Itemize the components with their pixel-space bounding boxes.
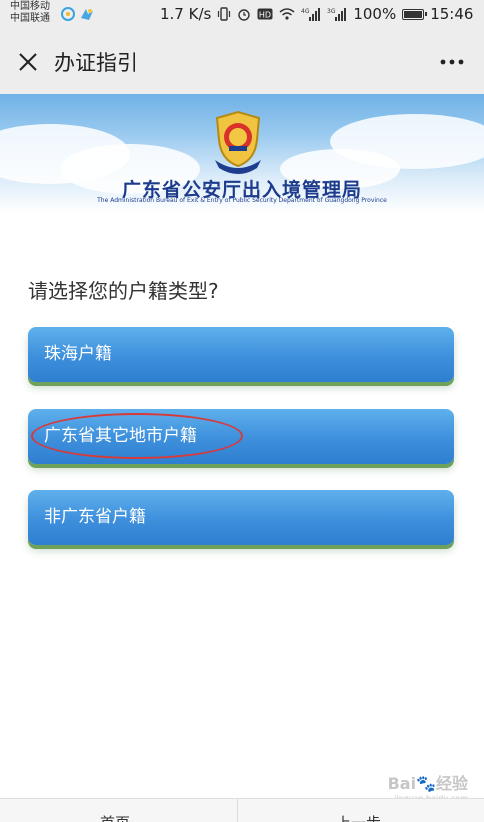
title-bar: 办证指引 [0,30,484,94]
wifi-icon [279,8,295,20]
bureau-name-en: The Administration Bureau of Exit & Entr… [97,197,387,204]
watermark-suffix: 经验 [435,774,468,793]
watermark-brand: Bai [387,774,417,793]
carrier-1: 中国移动 [10,1,50,12]
carrier-labels: 中国移动 中国联通 [10,1,50,25]
police-emblem-icon [215,110,261,174]
prev-step-button[interactable]: 上一步 [336,812,381,822]
more-dots-icon [440,59,464,65]
nav-divider [237,799,238,822]
more-options-button[interactable] [434,44,470,80]
signal-4g-icon: 4G [301,8,321,21]
clock-time: 15:46 [430,5,474,23]
status-right: 1.7 K/s HD 4G 3G 100% 15:46 [160,5,473,23]
status-bar: 中国移动 中国联通 1.7 K/s HD 4G 3G 100% 15:46 [0,0,484,30]
vibrate-icon [218,7,231,21]
svg-text:3G: 3G [327,8,336,15]
signal-3g-icon: 3G [327,8,347,21]
svg-text:HD: HD [259,11,271,20]
battery-percent: 100% [353,5,397,23]
close-icon [19,53,37,71]
option-zhuhai-button[interactable]: 珠海户籍 [28,327,454,382]
paw-icon: 🐾 [416,774,436,793]
bottom-nav: 首页 上一步 [0,798,484,822]
svg-text:4G: 4G [301,8,310,15]
hd-icon: HD [257,8,273,20]
qq-notification-icon [61,7,75,21]
page-title: 办证指引 [54,51,138,75]
alarm-icon [238,9,251,21]
carrier-2: 中国联通 [10,13,50,24]
option-guangdong-other-city-button[interactable]: 广东省其它地市户籍 [28,409,454,464]
network-speed: 1.7 K/s [160,5,212,23]
option-non-guangdong-button[interactable]: 非广东省户籍 [28,490,454,545]
close-button[interactable] [12,44,44,80]
notification-icons [60,6,95,22]
home-button[interactable]: 首页 [100,812,130,822]
battery-icon [402,8,428,20]
household-type-question: 请选择您的户籍类型? [28,279,219,303]
app-notification-icon [81,9,93,20]
